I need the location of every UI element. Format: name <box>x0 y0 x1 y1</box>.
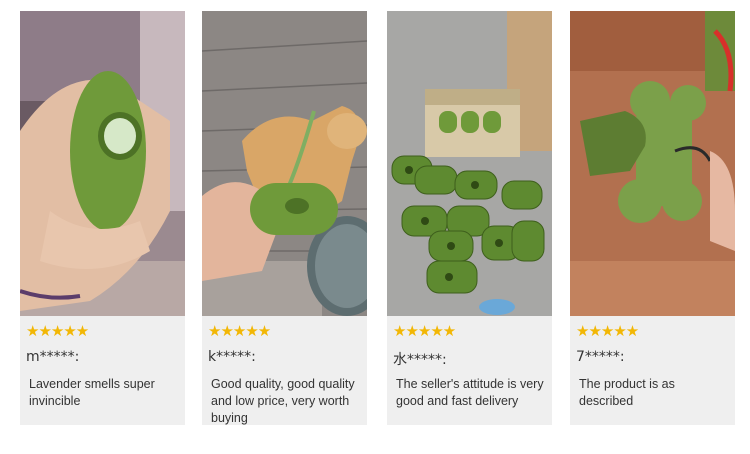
reviewer-name: m*****: <box>26 349 80 365</box>
star-icon: ★★★★★ <box>26 322 89 340</box>
review-photo[interactable] <box>20 11 185 316</box>
hand-holding-dispenser-icon <box>20 11 185 316</box>
bone-dispenser-icon <box>570 11 735 316</box>
rating-stars: ★★★★★ <box>26 322 89 340</box>
review-text: Good quality, good quality and low price… <box>211 377 355 425</box>
review-text: Lavender smells super invincible <box>29 377 155 408</box>
reviewer-name: k*****: <box>208 349 256 365</box>
review-text: The seller's attitude is very good and f… <box>396 377 544 408</box>
star-icon: ★★★★★ <box>576 322 639 340</box>
review-card: ★★★★★ 7*****: The product is as describe… <box>570 11 735 425</box>
review-photo[interactable] <box>570 11 735 316</box>
dog-walking-icon <box>202 11 367 316</box>
pile-of-dispensers-icon <box>387 11 552 316</box>
star-icon: ★★★★★ <box>208 322 271 340</box>
reviewer-name: 水*****: <box>393 352 447 368</box>
review-photo[interactable] <box>387 11 552 316</box>
review-card: ★★★★★ k*****: Good quality, good quality… <box>202 11 367 425</box>
review-card: ★★★★★ m*****: Lavender smells super invi… <box>20 11 185 425</box>
reviewer-name: 7*****: <box>576 349 625 365</box>
rating-stars: ★★★★★ <box>208 322 271 340</box>
review-card: ★★★★★ 水*****: The seller's attitude is v… <box>387 11 552 425</box>
star-icon: ★★★★★ <box>393 322 456 340</box>
review-photo[interactable] <box>202 11 367 316</box>
rating-stars: ★★★★★ <box>393 322 456 340</box>
rating-stars: ★★★★★ <box>576 322 639 340</box>
review-text: The product is as described <box>579 377 675 408</box>
